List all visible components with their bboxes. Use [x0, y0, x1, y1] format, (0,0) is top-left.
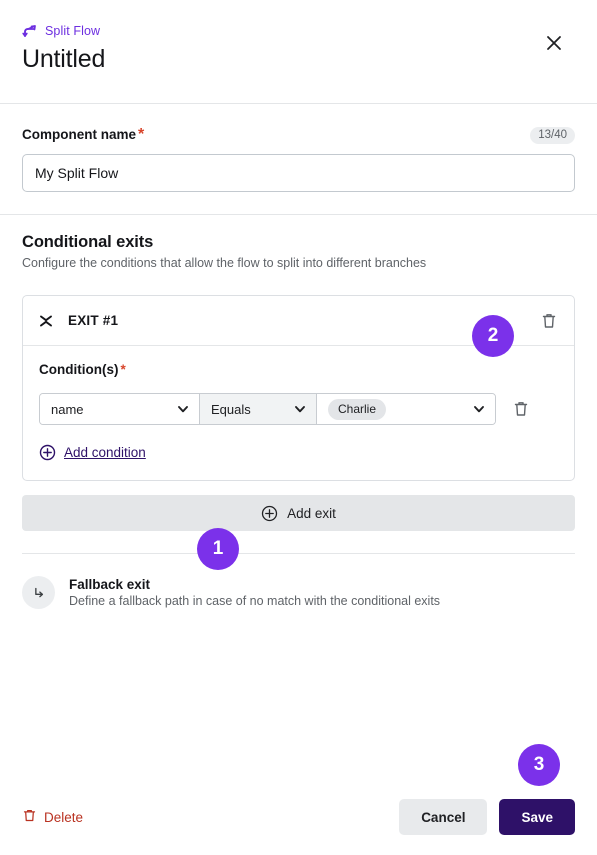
component-name-header: Component name * 13/40: [22, 126, 575, 144]
add-exit-label: Add exit: [287, 505, 336, 521]
conditional-exits-subtitle: Configure the conditions that allow the …: [22, 256, 427, 270]
page-title: Untitled: [22, 45, 106, 73]
collapse-icon[interactable]: [39, 313, 53, 329]
dialog-footer: Delete Cancel Save: [0, 779, 597, 855]
condition-row: name Equals Charlie: [39, 393, 558, 425]
condition-value-chip: Charlie: [328, 398, 387, 420]
component-name-label: Component name *: [22, 126, 145, 143]
component-name-input[interactable]: [22, 154, 575, 192]
save-button[interactable]: Save: [499, 799, 575, 835]
condition-operator-value: Equals: [211, 401, 251, 417]
step-badge-1: 1: [197, 528, 239, 570]
condition-field-select[interactable]: name: [40, 394, 200, 424]
conditions-label: Condition(s) *: [39, 362, 126, 377]
fallback-exit-text: Fallback exit Define a fallback path in …: [69, 577, 440, 608]
fallback-exit-title: Fallback exit: [69, 577, 151, 592]
condition-segmented-control: name Equals Charlie: [39, 393, 496, 425]
breadcrumb-label: Split Flow: [45, 24, 101, 38]
delete-condition-button[interactable]: [510, 398, 532, 420]
fallback-exit-section: Fallback exit Define a fallback path in …: [22, 553, 575, 609]
add-condition-label: Add condition: [64, 445, 146, 460]
conditional-exits-title: Conditional exits: [22, 233, 154, 251]
add-exit-button[interactable]: Add exit: [22, 495, 575, 531]
fallback-exit-subtitle: Define a fallback path in case of no mat…: [69, 594, 441, 608]
exit-card-body: Condition(s) * name Equals Charlie Add c…: [23, 346, 574, 480]
cancel-button[interactable]: Cancel: [399, 799, 488, 835]
condition-value-select[interactable]: Charlie: [317, 394, 495, 424]
chevron-down-icon: [293, 402, 307, 416]
chevron-down-icon: [176, 402, 190, 416]
step-badge-2: 2: [472, 315, 514, 357]
step-badge-3: 3: [518, 744, 560, 786]
trash-icon: [538, 313, 560, 335]
close-icon: [543, 36, 565, 57]
exit-label: EXIT #1: [68, 313, 119, 328]
required-marker: *: [120, 362, 126, 377]
split-flow-dialog: Split Flow Untitled Component name * 13/4…: [0, 0, 597, 855]
fallback-exit-item[interactable]: Fallback exit Define a fallback path in …: [22, 576, 575, 609]
delete-label: Delete: [44, 809, 84, 825]
component-name-section: Component name * 13/40: [0, 104, 597, 215]
plus-circle-icon: [261, 505, 278, 522]
chevron-down-icon: [472, 402, 486, 416]
add-condition-button[interactable]: Add condition: [39, 444, 146, 461]
arrow-turn-down-right-icon: [22, 576, 55, 609]
character-counter: 13/40: [530, 126, 575, 144]
close-button[interactable]: [543, 32, 565, 54]
condition-field-value: name: [51, 401, 84, 417]
condition-operator-select[interactable]: Equals: [200, 394, 317, 424]
required-marker: *: [138, 126, 145, 143]
trash-icon: [22, 808, 37, 826]
breadcrumb: Split Flow: [22, 22, 575, 40]
delete-button[interactable]: Delete: [22, 808, 83, 826]
dialog-header: Split Flow Untitled: [0, 0, 597, 104]
delete-exit-button[interactable]: [538, 310, 560, 332]
trash-icon: [510, 402, 532, 423]
plus-circle-icon: [39, 444, 56, 461]
split-flow-icon: [22, 23, 38, 39]
